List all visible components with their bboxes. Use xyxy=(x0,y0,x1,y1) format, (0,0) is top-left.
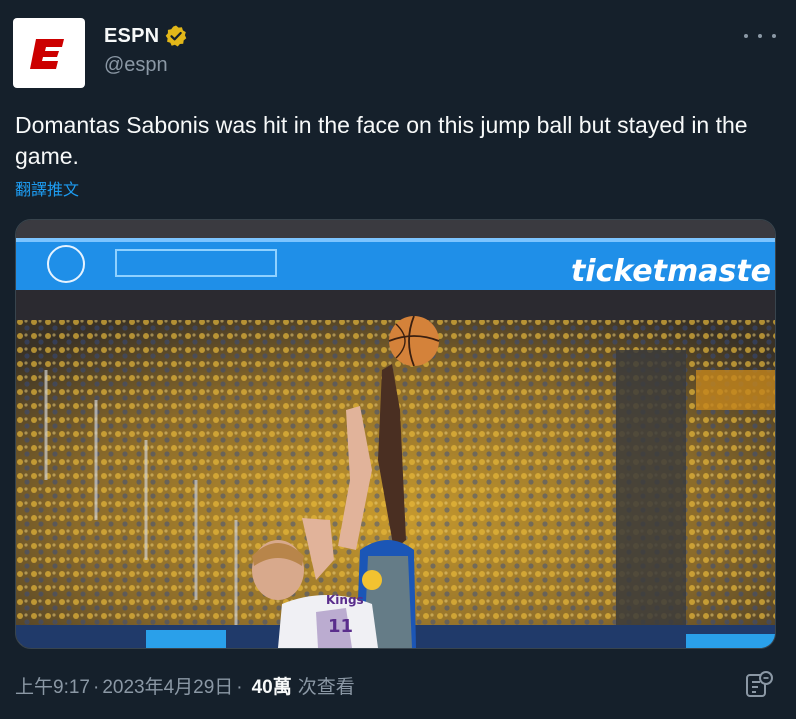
basketball xyxy=(388,315,440,367)
view-analytics-icon[interactable] xyxy=(744,670,774,700)
verified-badge-icon[interactable] xyxy=(164,24,188,48)
media-banner-text: ticketmaste xyxy=(570,254,771,289)
tweet-date[interactable]: 2023年4月29日 xyxy=(102,672,233,699)
jersey-front: Kings xyxy=(326,593,364,607)
more-options-icon[interactable] xyxy=(744,24,776,48)
views-count: 40萬 xyxy=(251,677,292,698)
meta-separator: · xyxy=(92,677,100,698)
tweet-time[interactable]: 上午9:17 xyxy=(15,672,90,699)
views-label: 次查看 xyxy=(297,677,355,698)
espn-logo-icon xyxy=(28,33,68,73)
tweet-card: ESPN @espn Domantas Sabonis was hit in t… xyxy=(0,0,796,719)
tweet-text: Domantas Sabonis was hit in the face on … xyxy=(15,112,748,169)
meta-separator: · xyxy=(236,677,243,698)
author-display-name[interactable]: ESPN xyxy=(104,25,159,48)
more-dot xyxy=(758,34,762,38)
jersey-number: 11 xyxy=(328,616,353,637)
author-handle[interactable]: @espn xyxy=(104,54,168,77)
more-dot xyxy=(744,34,748,38)
author-avatar[interactable] xyxy=(13,18,85,88)
tweet-media[interactable]: 11 Kings ticketmaste xyxy=(15,219,776,649)
tweet-metadata: 上午9:17 · 2023年4月29日 · 40萬 次查看 xyxy=(15,672,355,699)
translate-tweet-link[interactable]: 翻譯推文 xyxy=(15,176,79,200)
author-name-row[interactable]: ESPN xyxy=(104,24,188,48)
more-dot xyxy=(772,34,776,38)
